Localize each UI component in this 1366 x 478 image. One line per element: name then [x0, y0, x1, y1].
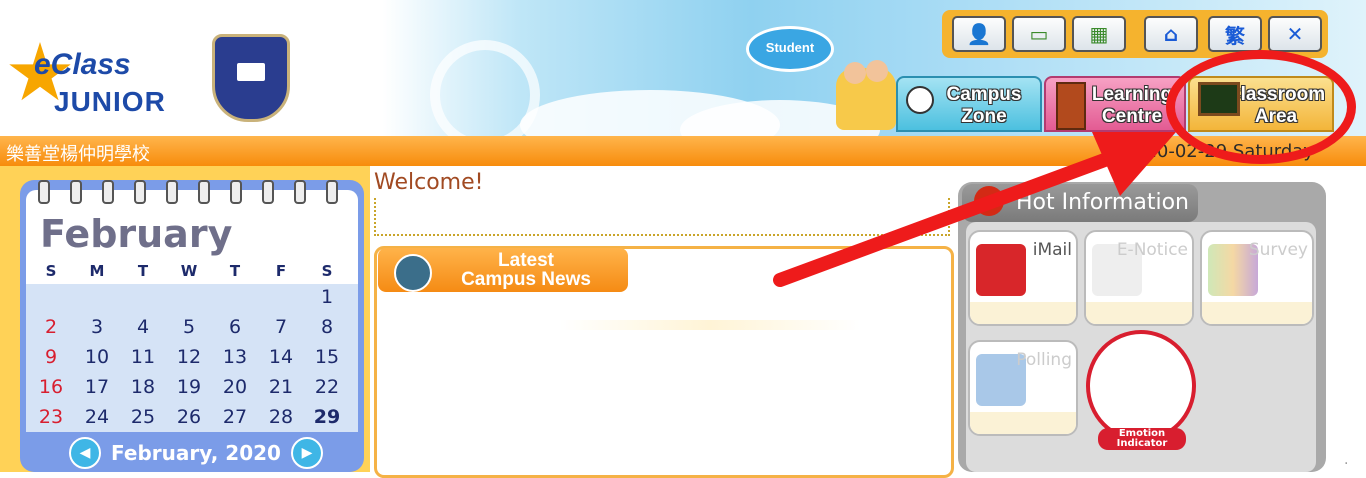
close-button[interactable]: ✕ — [1268, 16, 1322, 52]
user-settings-button[interactable]: 👤 — [952, 16, 1006, 52]
home-button[interactable]: ⌂ — [1144, 16, 1198, 52]
calendar-day[interactable]: 7 — [258, 316, 304, 338]
spiral-ring-icon — [326, 180, 338, 204]
calendar-day[interactable]: 26 — [166, 406, 212, 428]
calendar-day[interactable]: 6 — [212, 316, 258, 338]
calendar-day[interactable]: 17 — [74, 376, 120, 398]
weekday-header: S — [45, 262, 57, 280]
calendar-icon: ▦ — [1089, 22, 1109, 46]
calendar-day[interactable]: 10 — [74, 346, 120, 368]
logo-text-top: eClass — [34, 48, 131, 81]
profile-card-button[interactable]: ▭ — [1012, 16, 1066, 52]
calendar-day[interactable]: 5 — [166, 316, 212, 338]
calendar-day[interactable]: 20 — [212, 376, 258, 398]
annotation-circle — [1166, 50, 1356, 164]
emotion-indicator[interactable] — [1086, 330, 1196, 442]
news-placeholder-line — [560, 320, 860, 330]
spiral-ring-icon — [230, 180, 242, 204]
weekday-header: T — [137, 262, 149, 280]
calendar-page: February SMTWTFS 1 2 3 4 5 6 7 8 9 10 11 12 13 14 15 16… — [26, 180, 358, 432]
calendar-day[interactable]: 3 — [74, 316, 120, 338]
spiral-ring-icon — [70, 180, 82, 204]
corner-mark: · — [1344, 456, 1349, 472]
news-icon — [394, 254, 432, 292]
hot-item-label: Polling — [1016, 350, 1072, 370]
hot-item-survey[interactable]: Survey — [1200, 230, 1314, 326]
hot-item-polling[interactable]: Polling — [968, 340, 1078, 436]
weekday-header: F — [275, 262, 287, 280]
bulb-icon — [974, 186, 1004, 216]
calendar-navigation: ◀ February, 2020 ▶ — [46, 437, 346, 469]
spiral-ring-icon — [262, 180, 274, 204]
hot-item-enotice[interactable]: E-Notice — [1084, 230, 1194, 326]
emotion-label-line2: Indicator — [1116, 438, 1168, 449]
calendar-panel: February SMTWTFS 1 2 3 4 5 6 7 8 9 10 11 12 13 14 15 16… — [0, 166, 370, 472]
spiral-ring-icon — [294, 180, 306, 204]
logo-text-bottom: JUNIOR — [54, 86, 166, 117]
next-month-button[interactable]: ▶ — [290, 437, 323, 469]
calendar-day[interactable]: 14 — [258, 346, 304, 368]
language-button[interactable]: 繁 — [1208, 16, 1262, 52]
school-crest-icon — [212, 34, 290, 122]
calendar-day[interactable]: 21 — [258, 376, 304, 398]
calendar-day[interactable]: 15 — [304, 346, 350, 368]
clock-icon — [906, 86, 934, 114]
calendar-day[interactable]: 2 — [28, 316, 74, 338]
school-bar: 樂善堂楊仲明學校 2020-02-29 Saturday — [0, 136, 1366, 166]
nav-tab-learning-centre[interactable]: Learning Centre — [1044, 76, 1186, 132]
hot-item-label: E-Notice — [1116, 240, 1188, 260]
calendar-button[interactable]: ▦ — [1072, 16, 1126, 52]
calendar-day[interactable]: 4 — [120, 316, 166, 338]
home-icon: ⌂ — [1163, 22, 1179, 46]
calendar-day[interactable]: 27 — [212, 406, 258, 428]
hot-item-imail[interactable]: iMail — [968, 230, 1078, 326]
calendar-nav-label: February, 2020 — [111, 441, 281, 465]
calendar-day[interactable]: 16 — [28, 376, 74, 398]
close-icon: ✕ — [1286, 22, 1304, 46]
campus-news-tab[interactable]: Latest Campus News — [378, 248, 628, 292]
weekday-header: T — [229, 262, 241, 280]
nav-tab-campus-zone[interactable]: Campus Zone — [896, 76, 1042, 132]
eclass-junior-logo: eClass JUNIOR — [8, 40, 208, 120]
language-icon: 繁 — [1225, 23, 1245, 48]
welcome-heading: Welcome! — [374, 170, 484, 195]
emotion-indicator-label: Emotion Indicator — [1098, 428, 1186, 450]
hot-item-label: iMail — [1032, 240, 1072, 260]
spiral-ring-icon — [38, 180, 50, 204]
calendar-day[interactable]: 19 — [166, 376, 212, 398]
kids-mascot-icon — [836, 60, 896, 130]
id-card-icon: ▭ — [1029, 22, 1049, 46]
calendar-day[interactable]: 8 — [304, 316, 350, 338]
spiral-ring-icon — [134, 180, 146, 204]
student-badge: Student — [746, 26, 834, 72]
calendar-widget: February SMTWTFS 1 2 3 4 5 6 7 8 9 10 11 12 13 14 15 16… — [20, 180, 364, 472]
calendar-day[interactable]: 29 — [304, 406, 350, 428]
weekday-header: S — [321, 262, 333, 280]
header-banner: eClass JUNIOR Student 👤 ▭ ▦ ⌂ 繁 ✕ Campus… — [0, 0, 1366, 136]
calendar-day[interactable]: 9 — [28, 346, 74, 368]
weekday-header: W — [180, 262, 198, 280]
spiral-ring-icon — [198, 180, 210, 204]
mailbox-icon — [976, 244, 1026, 296]
door-icon — [1056, 82, 1086, 130]
school-name: 樂善堂楊仲明學校 — [6, 144, 150, 165]
calendar-day[interactable]: 24 — [74, 406, 120, 428]
weekday-header: M — [89, 262, 105, 280]
hot-item-label: Survey — [1248, 240, 1308, 260]
prev-month-button[interactable]: ◀ — [69, 437, 102, 469]
spiral-ring-icon — [102, 180, 114, 204]
calendar-day[interactable]: 11 — [120, 346, 166, 368]
spiral-ring-icon — [166, 180, 178, 204]
calendar-day[interactable]: 13 — [212, 346, 258, 368]
calendar-day[interactable]: 23 — [28, 406, 74, 428]
calendar-day[interactable]: 22 — [304, 376, 350, 398]
calendar-day[interactable]: 12 — [166, 346, 212, 368]
calendar-day[interactable]: 28 — [258, 406, 304, 428]
welcome-box — [374, 198, 950, 236]
calendar-day[interactable]: 1 — [304, 286, 350, 308]
calendar-day[interactable]: 18 — [120, 376, 166, 398]
person-check-icon: 👤 — [966, 22, 992, 46]
calendar-month: February — [40, 212, 233, 256]
calendar-day[interactable]: 25 — [120, 406, 166, 428]
